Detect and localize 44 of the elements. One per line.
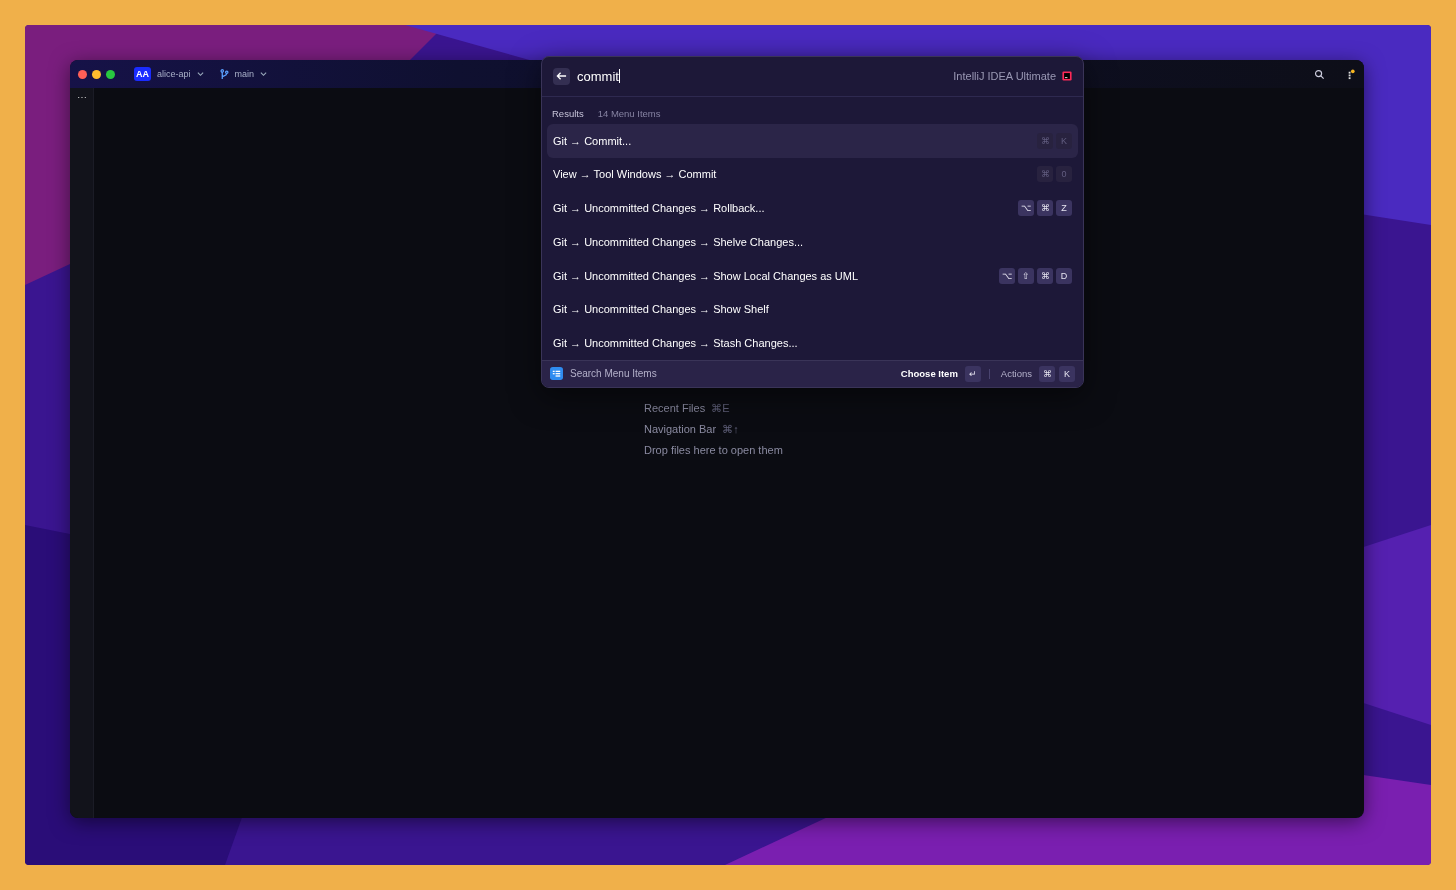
results-count: 14 Menu Items	[597, 107, 661, 119]
zoom-button[interactable]	[106, 69, 115, 79]
chevron-icon	[196, 71, 204, 77]
hint-text: Navigation Bar	[644, 423, 717, 436]
menu-item[interactable]: Git → Uncommitted Changes → Show Shelf	[547, 292, 1078, 327]
close-button[interactable]	[78, 69, 87, 79]
shortcut-key: ⌥	[999, 267, 1015, 284]
more-menu[interactable]: ⋯	[70, 92, 93, 103]
search-field[interactable]: commit	[577, 68, 620, 84]
product-name: IntelliJ IDEA Ultimate	[953, 70, 1056, 83]
shortcut-key: ⌘	[1037, 200, 1053, 217]
search-mode-label: Search Menu Items	[570, 368, 657, 380]
shortcut-key: K	[1059, 365, 1075, 382]
branch-icon	[219, 68, 229, 80]
arrow-icon	[556, 71, 567, 82]
menu-item[interactable]: Git → Uncommitted Changes → Stash Changes...	[547, 326, 1078, 360]
chevron-icon	[260, 71, 268, 77]
shortcut-key: ⇧	[1018, 267, 1034, 284]
results-label: Results	[552, 107, 584, 119]
list-icon	[550, 367, 563, 381]
back-button[interactable]	[553, 67, 570, 85]
shortcut-key: D	[1056, 267, 1072, 284]
branch-selector[interactable]: main	[234, 69, 255, 79]
menu-item[interactable]: Git → Uncommitted Changes → Rollback... ⌥ ⌘ Z	[547, 191, 1078, 225]
hint-text: Drop files here to open them	[644, 444, 783, 456]
hint-shortcut: ⌘E	[711, 402, 730, 415]
minimize-button[interactable]	[92, 69, 101, 79]
shortcut-key: ⌘	[1037, 166, 1053, 183]
actions-button[interactable]: Actions	[997, 368, 1035, 380]
search-icon[interactable]	[1314, 68, 1325, 80]
app-logo-icon	[1062, 71, 1072, 82]
menu-item[interactable]: Git → Uncommitted Changes → Show Local Changes as UML ⌥ ⇧ ⌘ D	[547, 258, 1078, 293]
shortcut-key: ⌘	[1037, 132, 1053, 149]
shortcut-key: Z	[1056, 200, 1072, 217]
choose-item-button[interactable]: Choose Item	[897, 368, 961, 380]
hint-text: Recent Files	[644, 402, 706, 415]
shortcut-key: ↵	[964, 365, 981, 382]
hint-shortcut: ⌘↑	[722, 423, 739, 436]
project-selector[interactable]: alice-api	[157, 69, 191, 79]
shortcut-key: ⌘	[1037, 267, 1053, 284]
shortcut-key: ⌘	[1039, 365, 1055, 382]
project-badge: AA	[134, 67, 151, 81]
shortcut-key: ⌥	[1018, 200, 1034, 217]
menu-item[interactable]: Git → Uncommitted Changes → Shelve Changes...	[547, 225, 1078, 259]
